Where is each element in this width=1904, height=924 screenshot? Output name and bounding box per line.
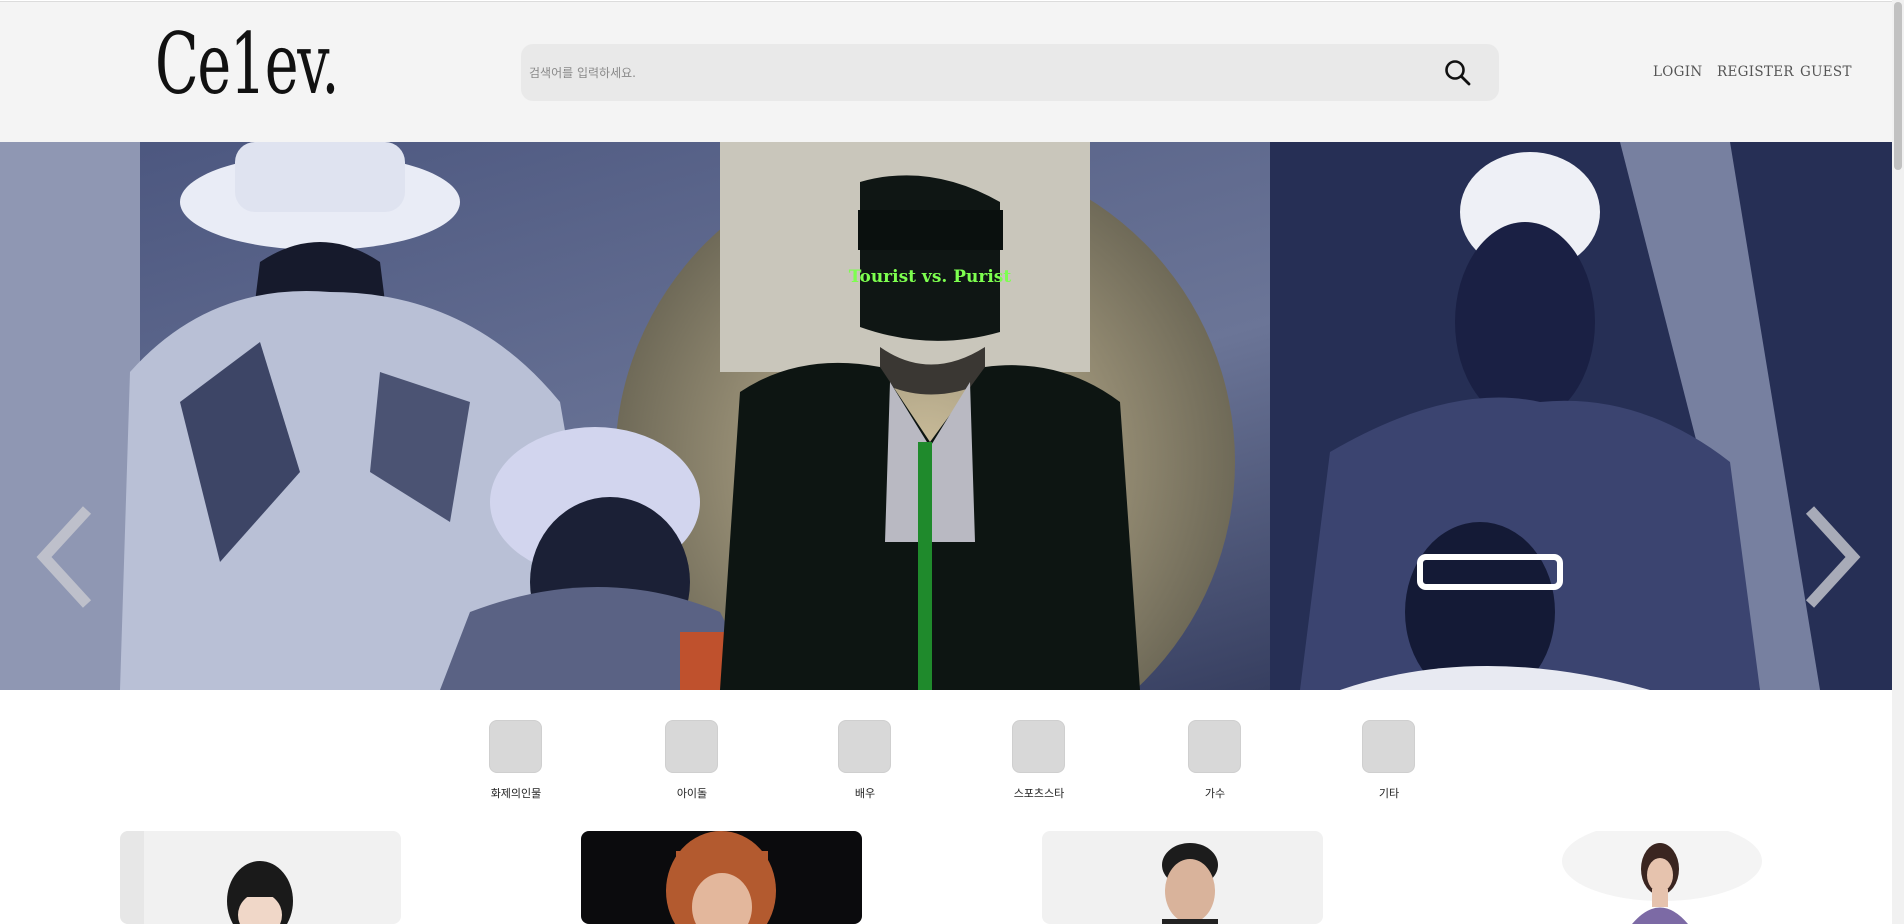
category-etc[interactable]: 기타 xyxy=(1334,720,1444,810)
scrollbar-thumb[interactable] xyxy=(1894,2,1902,170)
category-singer[interactable]: 가수 xyxy=(1160,720,1270,810)
search-icon[interactable] xyxy=(1443,58,1473,88)
register-link[interactable]: REGISTER xyxy=(1717,64,1794,80)
category-idol[interactable]: 아이돌 xyxy=(637,720,747,810)
category-icon xyxy=(665,720,718,773)
guest-link[interactable]: GUEST xyxy=(1800,64,1852,80)
prev-slide-arrow-icon[interactable] xyxy=(32,502,102,612)
hero-image: Tourist vs. Purist xyxy=(0,142,1892,690)
celebrity-card[interactable] xyxy=(120,831,401,924)
site-header: Ce1ev. LOGIN REGISTER GUEST xyxy=(0,1,1892,142)
next-slide-arrow-icon[interactable] xyxy=(1795,502,1865,612)
celebrity-photo xyxy=(1562,831,1762,924)
hero-banner: Tourist vs. Purist xyxy=(0,142,1892,690)
category-trending[interactable]: 화제의인물 xyxy=(461,720,571,810)
search-input[interactable] xyxy=(529,44,1429,101)
category-icon xyxy=(489,720,542,773)
category-label: 가수 xyxy=(1204,787,1226,800)
page: Ce1ev. LOGIN REGISTER GUEST xyxy=(0,0,1904,924)
celebrity-photo xyxy=(120,831,293,924)
login-link[interactable]: LOGIN xyxy=(1653,64,1702,80)
category-label: 스포츠스타 xyxy=(1013,787,1065,800)
category-label: 기타 xyxy=(1378,787,1400,800)
category-label: 배우 xyxy=(854,787,876,800)
celebrity-photo xyxy=(666,831,776,924)
category-sports-star[interactable]: 스포츠스타 xyxy=(984,720,1094,810)
celebrity-card[interactable] xyxy=(581,831,862,924)
category-icon xyxy=(1012,720,1065,773)
cap-text: Tourist vs. Purist xyxy=(849,267,1012,287)
site-logo[interactable]: Ce1ev. xyxy=(155,22,340,106)
category-label: 화제의인물 xyxy=(490,787,542,800)
search-bar xyxy=(521,44,1499,101)
category-icon xyxy=(1188,720,1241,773)
category-label: 아이돌 xyxy=(676,787,708,800)
page-scrollbar[interactable] xyxy=(1892,0,1904,924)
category-icon xyxy=(1362,720,1415,773)
category-icon xyxy=(838,720,891,773)
celebrity-card[interactable] xyxy=(1502,831,1783,924)
celebrity-card[interactable] xyxy=(1042,831,1323,924)
category-actor[interactable]: 배우 xyxy=(810,720,920,810)
celebrity-photo xyxy=(1162,843,1218,924)
